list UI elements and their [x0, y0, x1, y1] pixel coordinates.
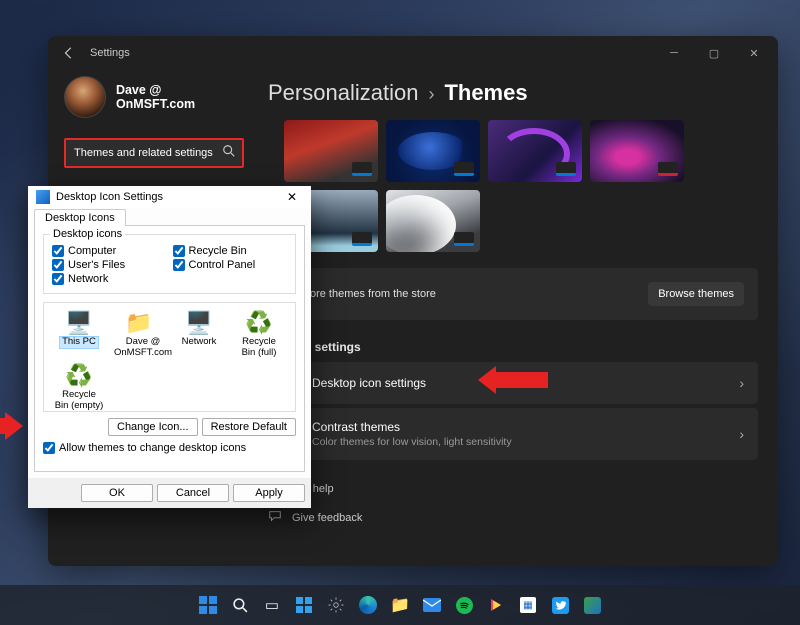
- theme-thumb-2[interactable]: [386, 120, 480, 182]
- search-input[interactable]: [66, 140, 242, 166]
- spotify-icon: [456, 597, 473, 614]
- back-button[interactable]: [62, 46, 76, 60]
- row-title: Desktop icon settings: [312, 376, 727, 390]
- checkbox-control-panel[interactable]: Control Panel: [173, 259, 288, 271]
- search-highlight: [64, 138, 244, 168]
- chevron-right-icon: ›: [739, 375, 744, 391]
- apply-button[interactable]: Apply: [233, 484, 305, 502]
- avatar: [64, 76, 106, 118]
- related-settings-heading: Related settings: [268, 340, 758, 354]
- taskbar-settings[interactable]: [323, 592, 349, 618]
- ok-button[interactable]: OK: [81, 484, 153, 502]
- breadcrumb-current: Themes: [444, 80, 527, 106]
- profile-name: Dave @ OnMSFT.com: [116, 83, 244, 111]
- annotation-arrow: [0, 412, 23, 440]
- get-help-link[interactable]: ? Get help: [266, 474, 758, 503]
- app-icon: [584, 597, 601, 614]
- desktop-icons-fieldset: Desktop icons Computer Recycle Bin User'…: [43, 234, 296, 294]
- profile-block[interactable]: Dave @ OnMSFT.com: [64, 76, 244, 118]
- app-icon: ▦: [520, 597, 536, 613]
- tab-desktop-icons[interactable]: Desktop Icons: [34, 209, 126, 226]
- main-column: Personalization › Themes Get more themes…: [260, 70, 778, 566]
- checkbox-computer[interactable]: Computer: [52, 245, 167, 257]
- folder-icon: 📁: [390, 595, 410, 615]
- icon-recycle-bin-empty[interactable]: ♻️ Recycle Bin (empty): [50, 362, 108, 413]
- restore-default-button[interactable]: Restore Default: [202, 418, 296, 436]
- taskbar-media[interactable]: [483, 592, 509, 618]
- twitter-icon: [552, 597, 569, 614]
- edge-icon: [359, 596, 377, 614]
- widgets-icon: [296, 597, 312, 613]
- dialog-title: Desktop Icon Settings: [56, 191, 163, 203]
- row-title: Contrast themes: [312, 420, 727, 434]
- taskbar-twitter[interactable]: [547, 592, 573, 618]
- dialog-titlebar: Desktop Icon Settings ✕: [28, 186, 311, 208]
- checkbox-recycle-bin[interactable]: Recycle Bin: [173, 245, 288, 257]
- allow-themes-checkbox[interactable]: Allow themes to change desktop icons: [43, 442, 296, 454]
- dialog-close-button[interactable]: ✕: [281, 190, 303, 204]
- row-subtitle: Color themes for low vision, light sensi…: [312, 436, 727, 448]
- taskbar-mail[interactable]: [419, 592, 445, 618]
- fieldset-legend: Desktop icons: [50, 228, 125, 240]
- icon-preview-grid: 🖥️ This PC 📁 Dave @ OnMSFT.com 🖥️ Networ…: [43, 302, 296, 412]
- contrast-themes-row[interactable]: Contrast themes Color themes for low vis…: [266, 408, 758, 460]
- maximize-button[interactable]: ▢: [694, 38, 734, 68]
- play-icon: [488, 597, 504, 613]
- recycle-icon: ♻️: [52, 364, 106, 388]
- taskbar-app-2[interactable]: [579, 592, 605, 618]
- mail-icon: [423, 598, 441, 612]
- chevron-right-icon: ›: [739, 426, 744, 442]
- desktop-icon-settings-dialog: Desktop Icon Settings ✕ Desktop Icons De…: [28, 186, 311, 508]
- widgets-button[interactable]: [291, 592, 317, 618]
- icon-recycle-bin-full[interactable]: ♻️ Recycle Bin (full): [230, 309, 288, 360]
- chevron-right-icon: ›: [428, 84, 434, 105]
- breadcrumb-parent[interactable]: Personalization: [268, 80, 418, 106]
- theme-thumb-3[interactable]: [488, 120, 582, 182]
- app-title: Settings: [90, 47, 130, 59]
- store-row: Get more themes from the store Browse th…: [266, 268, 758, 320]
- theme-thumb-6[interactable]: [386, 190, 480, 252]
- link-label: Give feedback: [292, 512, 362, 524]
- icon-this-pc[interactable]: 🖥️ This PC: [50, 309, 108, 360]
- dialog-title-icon: [36, 190, 50, 204]
- recycle-icon: ♻️: [232, 311, 286, 335]
- icon-network[interactable]: 🖥️ Network: [170, 309, 228, 360]
- checkbox-users-files[interactable]: User's Files: [52, 259, 167, 271]
- taskbar: ▭ 📁 ▦: [0, 585, 800, 625]
- start-button[interactable]: [195, 592, 221, 618]
- taskbar-edge[interactable]: [355, 592, 381, 618]
- titlebar: Settings ─ ▢ ✕: [48, 36, 778, 70]
- breadcrumb: Personalization › Themes: [268, 80, 758, 106]
- browse-themes-button[interactable]: Browse themes: [648, 282, 744, 306]
- minimize-button[interactable]: ─: [654, 38, 694, 68]
- windows-logo-icon: [199, 596, 217, 614]
- give-feedback-link[interactable]: Give feedback: [266, 503, 758, 532]
- desktop-icon-settings-row[interactable]: Desktop icon settings ›: [266, 362, 758, 404]
- feedback-icon: [268, 509, 282, 526]
- theme-thumb-1[interactable]: [284, 120, 378, 182]
- monitor-icon: 🖥️: [52, 311, 106, 335]
- network-icon: 🖥️: [172, 311, 226, 335]
- icon-users-files[interactable]: 📁 Dave @ OnMSFT.com: [110, 309, 168, 360]
- task-view[interactable]: ▭: [259, 592, 285, 618]
- taskbar-app-1[interactable]: ▦: [515, 592, 541, 618]
- taskbar-search[interactable]: [227, 592, 253, 618]
- checkbox-network[interactable]: Network: [52, 273, 167, 285]
- search-icon[interactable]: [222, 144, 236, 161]
- folder-icon: 📁: [112, 311, 166, 335]
- cancel-button[interactable]: Cancel: [157, 484, 229, 502]
- themes-grid: [284, 120, 704, 252]
- theme-thumb-4[interactable]: [590, 120, 684, 182]
- change-icon-button[interactable]: Change Icon...: [108, 418, 198, 436]
- close-button[interactable]: ✕: [734, 38, 774, 68]
- taskbar-spotify[interactable]: [451, 592, 477, 618]
- taskbar-explorer[interactable]: 📁: [387, 592, 413, 618]
